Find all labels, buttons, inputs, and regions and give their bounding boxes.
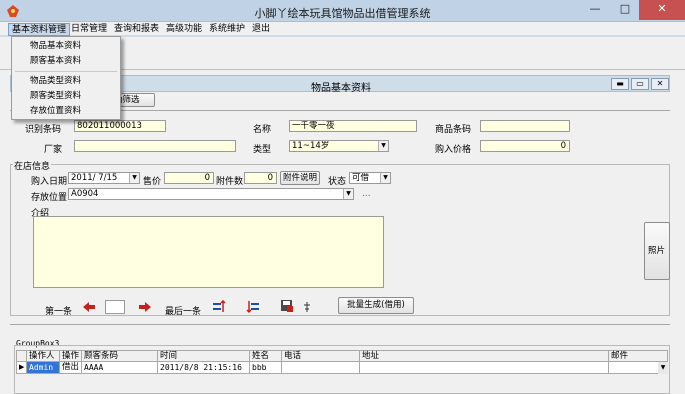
basic-data-dropdown: 物品基本资料 顾客基本资料 物品类型资料 顾客类型资料 存放位置资料 (11, 36, 121, 120)
col-action[interactable]: 操作 (60, 351, 82, 362)
batch-generate-button[interactable]: 批量生成(借用) (338, 297, 414, 314)
menu-item-locations[interactable]: 存放位置资料 (30, 105, 81, 118)
name-field[interactable]: 一千零一夜 (289, 120, 417, 132)
maximize-button[interactable]: □ (610, 0, 640, 20)
type-select[interactable]: 11~14岁 ▼ (289, 140, 389, 152)
chevron-down-icon[interactable]: ▼ (378, 141, 388, 151)
menu-item-goods-types[interactable]: 物品类型资料 (30, 75, 81, 88)
type-label: 类型 (253, 145, 272, 155)
location-label: 存放位置 (31, 193, 68, 203)
minimize-button[interactable]: — (580, 0, 610, 20)
table-row[interactable]: ▶ Admin 借出 AAAA 2011/8/8 21:15:16 bbb (16, 362, 668, 374)
chevron-down-icon[interactable]: ▼ (380, 173, 390, 183)
app-icon (6, 4, 20, 18)
maker-label: 厂家 (44, 145, 63, 155)
cell-customer-code[interactable]: AAAA (82, 362, 158, 373)
cell-email[interactable] (609, 362, 659, 373)
barcode-field[interactable] (480, 120, 570, 132)
col-address[interactable]: 地址 (360, 351, 609, 362)
intro-textarea[interactable] (33, 216, 384, 288)
menu-separator (15, 71, 117, 72)
child-minimize-button[interactable]: ▬ (611, 78, 629, 90)
col-time[interactable]: 时间 (158, 351, 250, 362)
scroll-down-icon[interactable]: ▼ (658, 362, 668, 374)
menu-bar: 基本资料管理 日常管理 查询和报表 高级功能 系统维护 退出 (0, 22, 685, 36)
page-field[interactable] (105, 300, 125, 314)
store-info-label: 在店信息 (13, 159, 52, 172)
maker-field[interactable] (74, 140, 236, 152)
save-icon[interactable] (280, 299, 294, 313)
window-title: 小脚丫绘本玩具馆物品出借管理系统 (254, 7, 431, 20)
purchase-date-label: 购入日期 (31, 177, 68, 187)
menu-basic-data[interactable]: 基本资料管理 (8, 23, 71, 36)
row-indicator-icon: ▶ (17, 362, 27, 373)
col-operator[interactable]: 操作人 (27, 351, 60, 362)
prev-arrow-icon[interactable] (82, 301, 96, 313)
next-arrow-icon[interactable] (138, 301, 152, 313)
photo-button[interactable]: 照片 (644, 222, 670, 280)
menu-item-customers[interactable]: 顾客基本资料 (30, 55, 81, 68)
first-record-button[interactable]: 第一条 (45, 304, 72, 317)
attach-count-field[interactable]: 0 (244, 172, 277, 184)
id-label: 识别条码 (25, 125, 62, 135)
cell-action[interactable]: 借出 (60, 362, 82, 373)
col-email[interactable]: 邮件 (609, 351, 659, 362)
grid-header: 操作人 操作 顾客条码 时间 姓名 电话 地址 邮件 (16, 350, 668, 362)
menu-item-goods[interactable]: 物品基本资料 (30, 40, 81, 53)
purchase-date-picker[interactable]: 2011/ 7/15 ▼ (68, 172, 140, 184)
attach-desc-button[interactable]: 附件说明 (280, 171, 320, 185)
barcode-label: 商品条码 (435, 125, 472, 135)
name-label: 名称 (253, 125, 272, 135)
status-value: 可借 (352, 173, 370, 183)
title-bar: 小脚丫绘本玩具馆物品出借管理系统 — □ ✕ (0, 0, 685, 22)
menu-daily[interactable]: 日常管理 (68, 23, 110, 36)
status-select[interactable]: 可借 ▼ (349, 172, 391, 184)
cell-address[interactable] (360, 362, 609, 373)
close-button[interactable]: ✕ (639, 0, 685, 20)
last-record-button[interactable]: 最后一条 (165, 304, 201, 317)
chevron-down-icon[interactable]: ▼ (343, 189, 353, 199)
cell-operator[interactable]: Admin (27, 362, 60, 373)
pin-icon[interactable] (302, 301, 312, 313)
id-field[interactable]: 802011000013 (74, 120, 166, 132)
sale-price-label: 售价 (143, 177, 162, 187)
menu-item-customer-types[interactable]: 顾客类型资料 (30, 90, 81, 103)
sale-price-field[interactable]: 0 (164, 172, 214, 184)
menu-query-report[interactable]: 查询和报表 (111, 23, 162, 36)
menu-system[interactable]: 系统维护 (206, 23, 248, 36)
location-more-button[interactable]: ... (362, 189, 371, 199)
child-close-button[interactable]: ✕ (651, 78, 669, 90)
col-phone[interactable]: 电话 (282, 351, 360, 362)
type-value: 11~14岁 (292, 141, 330, 151)
cell-name[interactable]: bbb (250, 362, 282, 373)
cell-phone[interactable] (282, 362, 360, 373)
attach-count-label: 附件数 (216, 177, 244, 187)
add-record-icon[interactable] (212, 299, 226, 314)
delete-record-icon[interactable] (246, 300, 260, 314)
cell-time[interactable]: 2011/8/8 21:15:16 (158, 362, 250, 373)
status-label: 状态 (328, 177, 347, 187)
divider (10, 324, 670, 325)
price-field[interactable]: 0 (480, 140, 570, 152)
col-customer-code[interactable]: 顾客条码 (82, 351, 158, 362)
price-label: 购入价格 (435, 145, 472, 155)
location-value: A0904 (71, 189, 99, 199)
chevron-down-icon[interactable]: ▼ (129, 173, 139, 183)
child-restore-button[interactable]: ▭ (631, 78, 649, 90)
menu-advanced[interactable]: 高级功能 (163, 23, 205, 36)
grid-corner (17, 351, 27, 362)
purchase-date-value: 2011/ 7/15 (71, 173, 118, 183)
menu-exit[interactable]: 退出 (249, 23, 273, 36)
col-name[interactable]: 姓名 (250, 351, 282, 362)
child-client: 精确筛选 识别条码 802011000013 名称 一千零一夜 商品条码 厂家 … (10, 92, 670, 394)
location-select[interactable]: A0904 ▼ (68, 188, 354, 200)
